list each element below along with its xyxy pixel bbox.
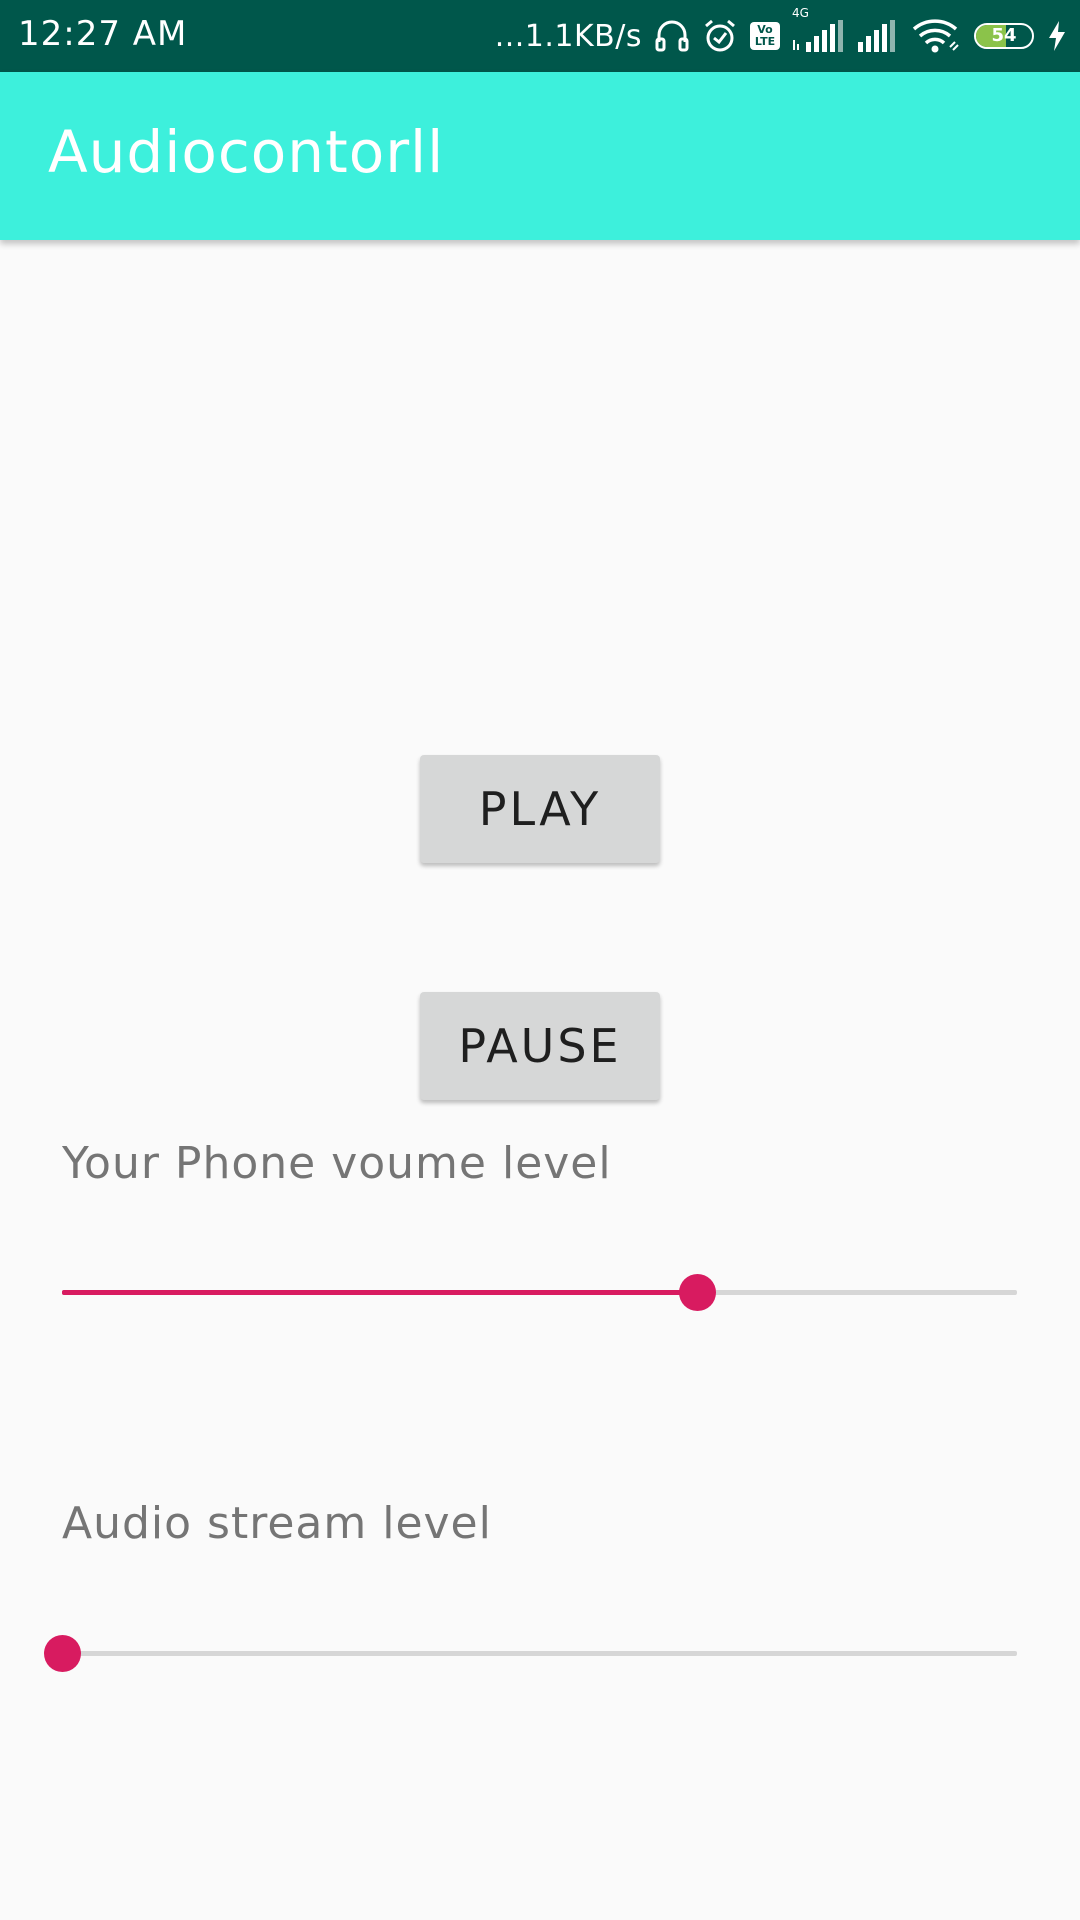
alarm-icon <box>702 18 738 54</box>
network-speed: ...1.1KB/s <box>494 18 642 54</box>
volte-bottom-text: LTE <box>754 35 776 48</box>
volume-level-label: Your Phone voume level <box>62 1138 612 1189</box>
app-title: Audiocontorll <box>48 118 445 186</box>
signal-icon <box>856 20 900 52</box>
volume-slider-fill <box>62 1290 698 1295</box>
play-button[interactable]: PLAY <box>420 755 660 863</box>
screen: 12:27 AM ...1.1KB/s Vo LTE 4G 54 Audioco… <box>0 0 1080 1920</box>
stream-level-label: Audio stream level <box>62 1498 492 1549</box>
charging-icon <box>1046 20 1068 52</box>
app-bar: Audiocontorll <box>0 72 1080 240</box>
signal-4g-icon: 4G <box>792 6 844 52</box>
volte-icon: Vo LTE <box>750 22 780 50</box>
wifi-icon <box>912 19 962 53</box>
volume-slider-thumb[interactable] <box>679 1274 717 1311</box>
headphones-icon <box>654 18 690 54</box>
status-bar: 12:27 AM ...1.1KB/s Vo LTE 4G 54 <box>0 0 1080 72</box>
pause-button[interactable]: PAUSE <box>420 992 660 1100</box>
stream-slider[interactable] <box>44 1633 1017 1673</box>
network-type: 4G <box>792 6 809 20</box>
battery-level: 54 <box>991 25 1017 46</box>
volume-slider[interactable] <box>62 1272 1017 1312</box>
stream-slider-thumb[interactable] <box>44 1635 81 1672</box>
status-time: 12:27 AM <box>18 14 188 54</box>
battery-icon: 54 <box>974 23 1034 49</box>
stream-slider-track <box>62 1651 1017 1656</box>
status-icons: ...1.1KB/s Vo LTE 4G 54 <box>495 0 1068 72</box>
